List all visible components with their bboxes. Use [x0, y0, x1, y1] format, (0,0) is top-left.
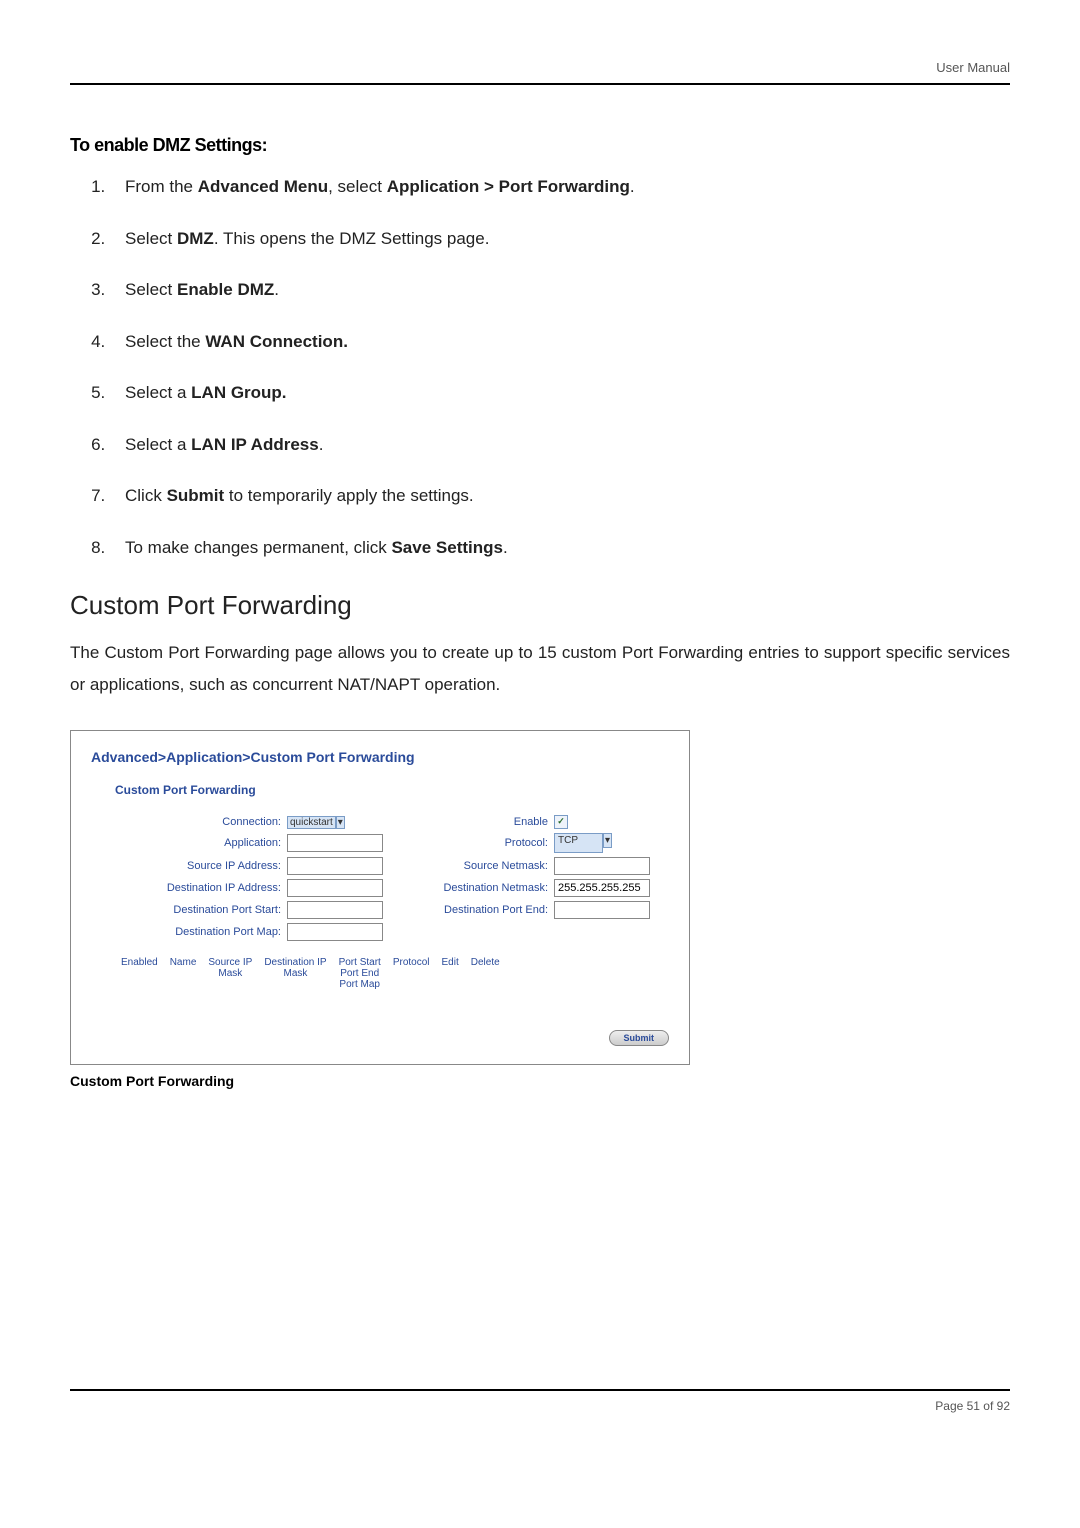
page-number: Page 51 of 92 [70, 1399, 1010, 1413]
dest-ip-input[interactable] [287, 879, 392, 897]
th-name: Name [170, 957, 197, 990]
source-ip-input[interactable] [287, 857, 392, 875]
th-enabled: Enabled [121, 957, 158, 990]
source-ip-label: Source IP Address: [131, 860, 281, 872]
figure-table-headers: Enabled Name Source IP Mask Destination … [121, 957, 669, 990]
figure-panel-title: Custom Port Forwarding [115, 783, 669, 797]
step-3: Select Enable DMZ. [110, 277, 1010, 303]
source-netmask-label: Source Netmask: [398, 860, 548, 872]
source-netmask-input[interactable] [554, 857, 654, 875]
step-6: Select a LAN IP Address. [110, 432, 1010, 458]
figure-form: Connection: quickstart▾ Enable ✓ Applica… [131, 815, 669, 941]
figure-caption: Custom Port Forwarding [70, 1073, 1010, 1089]
step-2: Select DMZ. This opens the DMZ Settings … [110, 226, 1010, 252]
step-4: Select the WAN Connection. [110, 329, 1010, 355]
th-delete: Delete [471, 957, 500, 990]
figure-screenshot: Advanced>Application>Custom Port Forward… [70, 730, 690, 1065]
subsection-body: The Custom Port Forwarding page allows y… [70, 637, 1010, 702]
th-edit: Edit [442, 957, 459, 990]
subsection-heading: Custom Port Forwarding [70, 590, 1010, 621]
footer-rule [70, 1389, 1010, 1391]
protocol-label: Protocol: [398, 837, 548, 849]
port-map-input[interactable] [287, 923, 392, 941]
th-dest: Destination IP Mask [264, 957, 326, 990]
submit-button[interactable]: Submit [609, 1030, 670, 1046]
th-protocol: Protocol [393, 957, 430, 990]
enable-label: Enable [398, 816, 548, 828]
port-map-label: Destination Port Map: [131, 926, 281, 938]
port-start-label: Destination Port Start: [131, 904, 281, 916]
header-label: User Manual [70, 60, 1010, 83]
port-end-label: Destination Port End: [398, 904, 548, 916]
application-input[interactable] [287, 834, 392, 852]
connection-select[interactable]: quickstart▾ [287, 816, 392, 828]
figure-breadcrumb: Advanced>Application>Custom Port Forward… [91, 749, 669, 765]
protocol-select[interactable]: TCP▾ [554, 833, 654, 853]
section-title: To enable DMZ Settings: [70, 135, 1010, 156]
header-rule [70, 83, 1010, 85]
port-end-input[interactable] [554, 901, 654, 919]
dest-netmask-label: Destination Netmask: [398, 882, 548, 894]
steps-list: From the Advanced Menu, select Applicati… [70, 174, 1010, 560]
step-1: From the Advanced Menu, select Applicati… [110, 174, 1010, 200]
enable-checkbox[interactable]: ✓ [554, 815, 654, 829]
application-label: Application: [131, 837, 281, 849]
step-8: To make changes permanent, click Save Se… [110, 535, 1010, 561]
th-source: Source IP Mask [208, 957, 252, 990]
dest-ip-label: Destination IP Address: [131, 882, 281, 894]
th-port: Port Start Port End Port Map [339, 957, 381, 990]
port-start-input[interactable] [287, 901, 392, 919]
step-7: Click Submit to temporarily apply the se… [110, 483, 1010, 509]
connection-label: Connection: [131, 816, 281, 828]
step-5: Select a LAN Group. [110, 380, 1010, 406]
dest-netmask-input[interactable] [554, 879, 654, 897]
